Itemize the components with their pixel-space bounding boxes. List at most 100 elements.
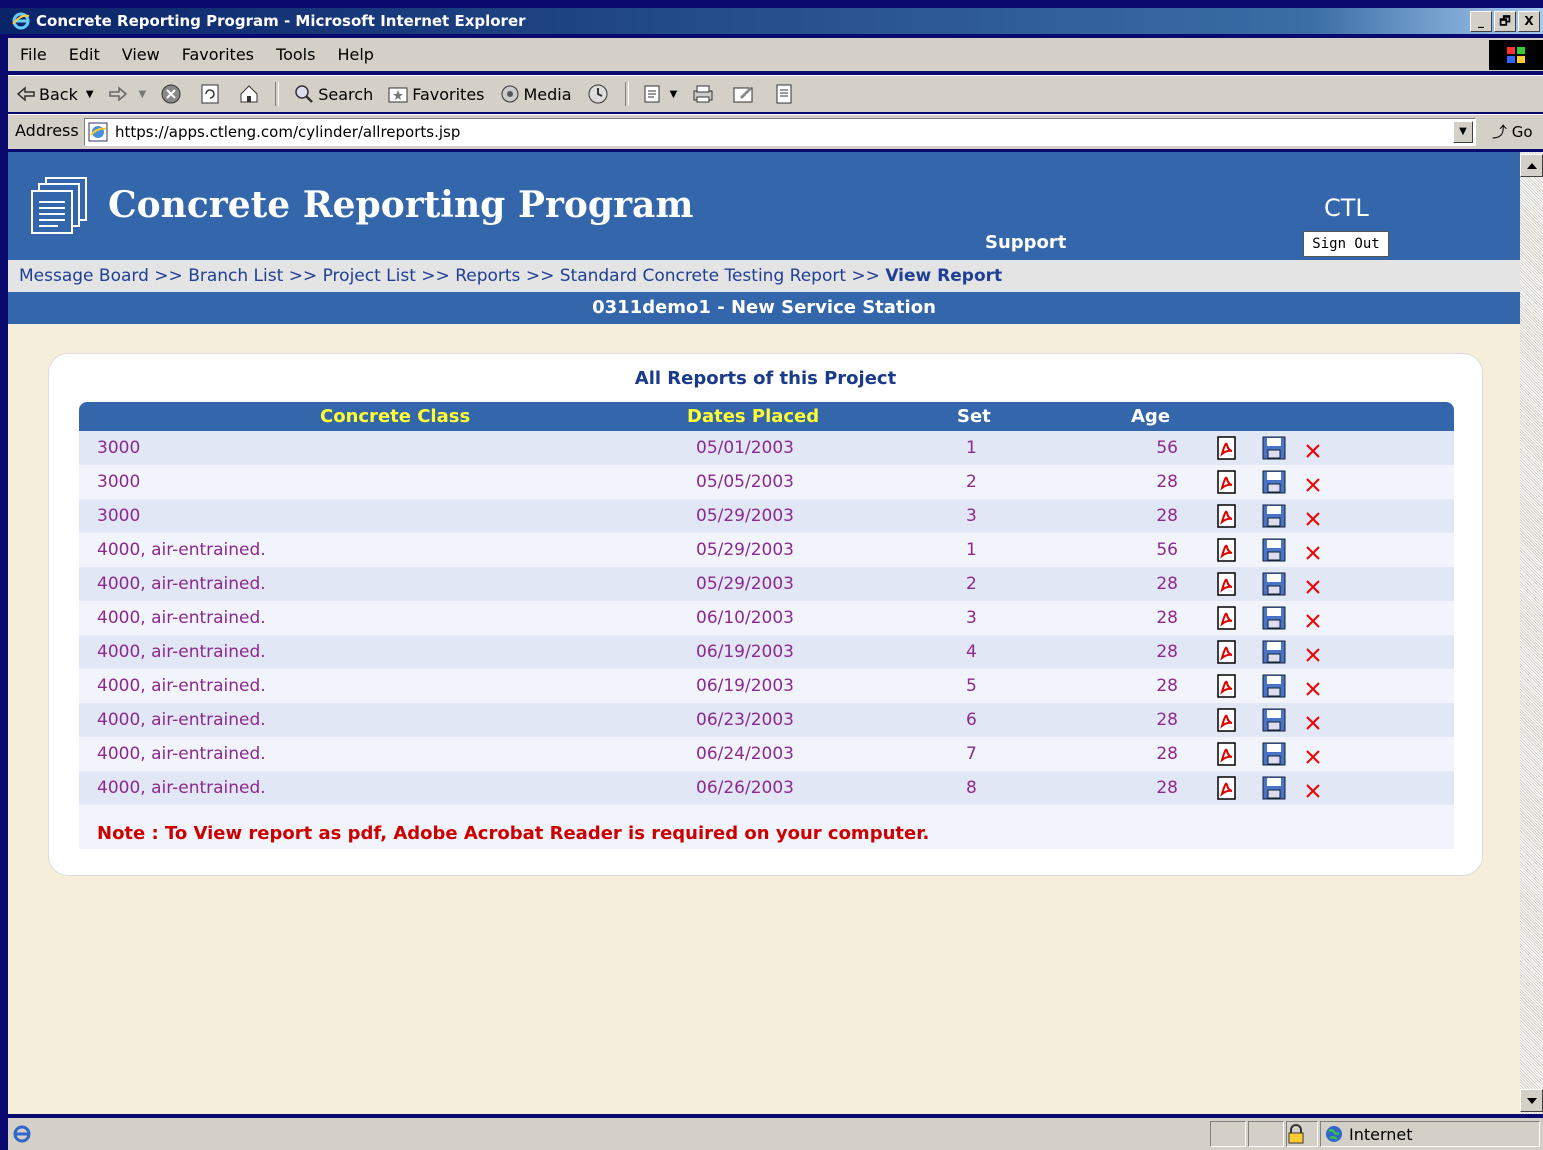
- scroll-down-button[interactable]: [1520, 1089, 1543, 1112]
- page-viewport: Concrete Reporting Program Support CTL S…: [8, 152, 1520, 1114]
- cell-concrete-class[interactable]: 3000: [97, 465, 140, 499]
- cell-concrete-class[interactable]: 3000: [97, 431, 140, 465]
- column-header-dates-placed[interactable]: Dates Placed: [687, 402, 819, 431]
- company-name: CTL: [1324, 194, 1369, 222]
- restore-button[interactable]: 🗗: [1494, 11, 1516, 32]
- cell-age: 28: [1156, 642, 1178, 662]
- breadcrumb-project-list[interactable]: Project List: [323, 266, 416, 286]
- zone-label: Internet: [1349, 1124, 1413, 1144]
- stop-button[interactable]: [160, 83, 185, 105]
- media-button[interactable]: Media: [499, 83, 572, 105]
- refresh-button[interactable]: [199, 83, 224, 105]
- reports-title: All Reports of this Project: [634, 368, 897, 389]
- page-icon: [88, 122, 108, 142]
- browser-toolbar: Back ▼ ▼ Search Favorites Media ▼: [8, 75, 1543, 112]
- back-arrow-icon: [16, 86, 35, 102]
- cell-date-placed: 05/01/2003: [696, 438, 794, 458]
- breadcrumb-separator: >>: [288, 266, 318, 286]
- cell-concrete-class[interactable]: 3000: [97, 499, 140, 533]
- cell-date-placed: 06/10/2003: [696, 608, 794, 628]
- note-row: Note : To View report as pdf, Adobe Acro…: [79, 805, 1454, 849]
- cell-date-placed: 05/29/2003: [696, 540, 794, 560]
- breadcrumb-standard-report[interactable]: Standard Concrete Testing Report: [560, 266, 846, 286]
- cell-concrete-class[interactable]: 4000, air-entrained.: [97, 567, 266, 601]
- table-row: 4000, air-entrained. 05/29/2003 1 56: [79, 533, 1454, 567]
- edit-icon: [733, 87, 753, 103]
- address-input[interactable]: https://apps.ctleng.com/cylinder/allrepo…: [84, 118, 1476, 146]
- reports-table: Concrete Class Dates Placed Set Age 3000…: [79, 402, 1454, 849]
- media-label: Media: [523, 84, 572, 104]
- cell-concrete-class[interactable]: 4000, air-entrained.: [97, 533, 266, 567]
- cell-date-placed: 06/19/2003: [696, 676, 794, 696]
- cell-concrete-class[interactable]: 4000, air-entrained.: [97, 771, 266, 805]
- window-titlebar: Concrete Reporting Program - Microsoft I…: [0, 8, 1543, 34]
- vertical-scrollbar[interactable]: [1520, 152, 1543, 1114]
- cell-date-placed: 05/05/2003: [696, 472, 794, 492]
- breadcrumb-message-board[interactable]: Message Board: [19, 266, 149, 286]
- home-icon: [240, 85, 258, 103]
- reports-panel: All Reports of this Project Concrete Cla…: [48, 353, 1483, 876]
- cell-concrete-class[interactable]: 4000, air-entrained.: [97, 635, 266, 669]
- table-row: 4000, air-entrained. 06/19/2003 4 28: [79, 635, 1454, 669]
- ie-logo-icon: [12, 12, 30, 30]
- cell-concrete-class[interactable]: 4000, air-entrained.: [97, 669, 266, 703]
- favorites-button[interactable]: Favorites: [387, 83, 485, 105]
- menu-edit[interactable]: Edit: [69, 45, 100, 64]
- cell-set: 2: [966, 574, 977, 594]
- history-button[interactable]: [586, 82, 613, 106]
- breadcrumb-separator: >>: [525, 266, 555, 286]
- minimize-button[interactable]: _: [1470, 11, 1492, 32]
- breadcrumb-separator: >>: [154, 266, 183, 286]
- table-header: Concrete Class Dates Placed Set Age: [79, 402, 1454, 431]
- breadcrumb-reports[interactable]: Reports: [455, 266, 520, 286]
- sign-out-button[interactable]: Sign Out: [1303, 231, 1389, 257]
- mail-button[interactable]: ▼: [643, 83, 678, 105]
- back-dropdown-icon[interactable]: ▼: [86, 89, 94, 100]
- cell-concrete-class[interactable]: 4000, air-entrained.: [97, 601, 266, 635]
- cell-age: 28: [1156, 778, 1178, 798]
- window-title: Concrete Reporting Program - Microsoft I…: [36, 12, 526, 30]
- menu-view[interactable]: View: [122, 45, 160, 64]
- go-label: Go: [1511, 123, 1533, 141]
- menu-tools[interactable]: Tools: [276, 45, 315, 64]
- forward-dropdown-icon[interactable]: ▼: [139, 89, 147, 100]
- search-icon: [295, 85, 314, 103]
- menu-favorites[interactable]: Favorites: [182, 45, 254, 64]
- discuss-button[interactable]: [773, 83, 798, 105]
- cell-age: 28: [1156, 710, 1178, 730]
- search-button[interactable]: Search: [293, 83, 373, 105]
- cell-concrete-class[interactable]: 4000, air-entrained.: [97, 737, 266, 771]
- cell-concrete-class[interactable]: 4000, air-entrained.: [97, 703, 266, 737]
- edit-button[interactable]: [732, 83, 759, 105]
- home-button[interactable]: [238, 83, 263, 105]
- close-button[interactable]: X: [1518, 11, 1540, 32]
- favorites-icon: [388, 87, 408, 103]
- windows-flag-icon: [1489, 40, 1543, 70]
- back-button[interactable]: Back ▼: [16, 85, 94, 104]
- address-url: https://apps.ctleng.com/cylinder/allrepo…: [115, 123, 461, 141]
- go-arrow-icon: ⤴: [1492, 123, 1508, 141]
- cell-set: 2: [966, 472, 977, 492]
- search-label: Search: [318, 84, 374, 104]
- mail-dropdown-icon[interactable]: ▼: [670, 89, 678, 100]
- cell-age: 28: [1156, 506, 1178, 526]
- menu-help[interactable]: Help: [337, 45, 373, 64]
- favorites-label: Favorites: [412, 84, 485, 104]
- menu-file[interactable]: File: [20, 45, 47, 64]
- column-header-set: Set: [957, 406, 991, 427]
- go-button[interactable]: ⤴ Go: [1492, 121, 1533, 142]
- history-icon: [588, 84, 608, 104]
- scroll-up-button[interactable]: [1520, 154, 1543, 177]
- zone-status: Internet: [1320, 1121, 1540, 1147]
- cell-set: 3: [966, 608, 977, 628]
- address-dropdown-button[interactable]: ▼: [1453, 121, 1473, 143]
- address-bar: Address https://apps.ctleng.com/cylinder…: [8, 114, 1543, 149]
- breadcrumb-branch-list[interactable]: Branch List: [188, 266, 283, 286]
- column-header-concrete-class[interactable]: Concrete Class: [320, 402, 470, 431]
- forward-button[interactable]: ▼: [108, 86, 147, 102]
- breadcrumb-current: View Report: [885, 266, 1003, 286]
- support-link[interactable]: Support: [985, 232, 1066, 253]
- table-row: 4000, air-entrained. 06/10/2003 3 28: [79, 601, 1454, 635]
- forward-arrow-icon: [108, 86, 127, 102]
- print-button[interactable]: [691, 83, 718, 105]
